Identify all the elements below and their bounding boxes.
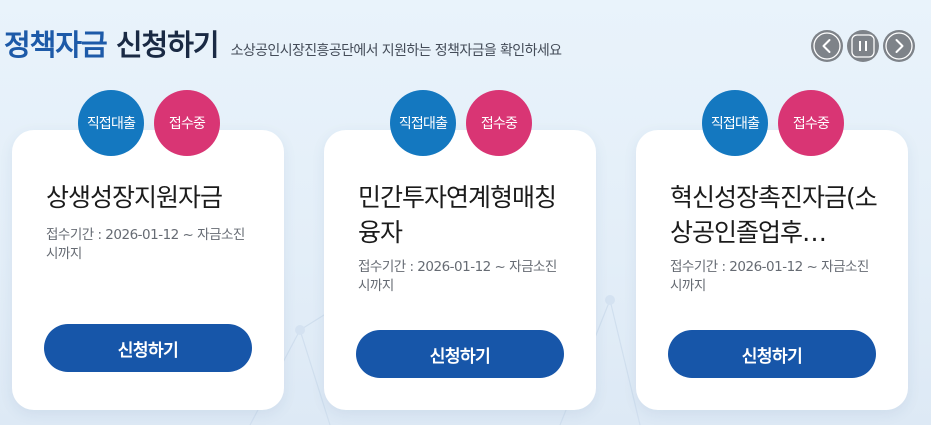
page-title: 정책자금 신청하기: [4, 22, 220, 64]
application-period: 접수기간 : 2026-01-12 ~ 자금소진시까지: [358, 259, 557, 294]
page-subtitle: 소상공인시장진흥공단에서 지원하는 정책자금을 확인하세요: [230, 43, 562, 59]
pause-button[interactable]: [847, 30, 879, 62]
card-badges: 직접대출 접수중: [390, 90, 532, 156]
card-badges: 직접대출 접수중: [702, 90, 844, 156]
fund-card: 혁신성장촉진자금(소상공인졸업후… 접수기간 : 2026-01-12 ~ 자금…: [636, 130, 908, 410]
status-badge: 접수중: [778, 90, 844, 156]
application-period: 접수기간 : 2026-01-12 ~ 자금소진시까지: [46, 227, 245, 262]
page-title-rest: 신청하기: [115, 28, 220, 62]
pause-icon: [847, 30, 879, 62]
section-header: 정책자금 신청하기 소상공인시장진흥공단에서 지원하는 정책자금을 확인하세요: [4, 22, 562, 64]
apply-button[interactable]: 신청하기: [668, 330, 876, 378]
loan-type-badge: 직접대출: [702, 90, 768, 156]
apply-button[interactable]: 신청하기: [44, 324, 252, 372]
fund-title: 혁신성장촉진자금(소상공인졸업후…: [670, 183, 878, 247]
next-button[interactable]: [883, 30, 915, 62]
chevron-left-icon: [811, 30, 843, 62]
chevron-right-icon: [883, 30, 915, 62]
fund-title: 상생성장지원자금: [46, 183, 223, 212]
fund-title: 민간투자연계형매칭융자: [358, 183, 557, 247]
fund-card: 민간투자연계형매칭융자 접수기간 : 2026-01-12 ~ 자금소진시까지 …: [324, 130, 596, 410]
status-badge: 접수중: [154, 90, 220, 156]
fund-card: 상생성장지원자금 접수기간 : 2026-01-12 ~ 자금소진시까지 신청하…: [12, 130, 284, 410]
apply-button[interactable]: 신청하기: [356, 330, 564, 378]
card-badges: 직접대출 접수중: [78, 90, 220, 156]
loan-type-badge: 직접대출: [78, 90, 144, 156]
status-badge: 접수중: [466, 90, 532, 156]
application-period: 접수기간 : 2026-01-12 ~ 자금소진시까지: [670, 259, 869, 294]
loan-type-badge: 직접대출: [390, 90, 456, 156]
slider-controls: [811, 30, 915, 62]
prev-button[interactable]: [811, 30, 843, 62]
page-title-accent: 정책자금: [4, 28, 108, 62]
